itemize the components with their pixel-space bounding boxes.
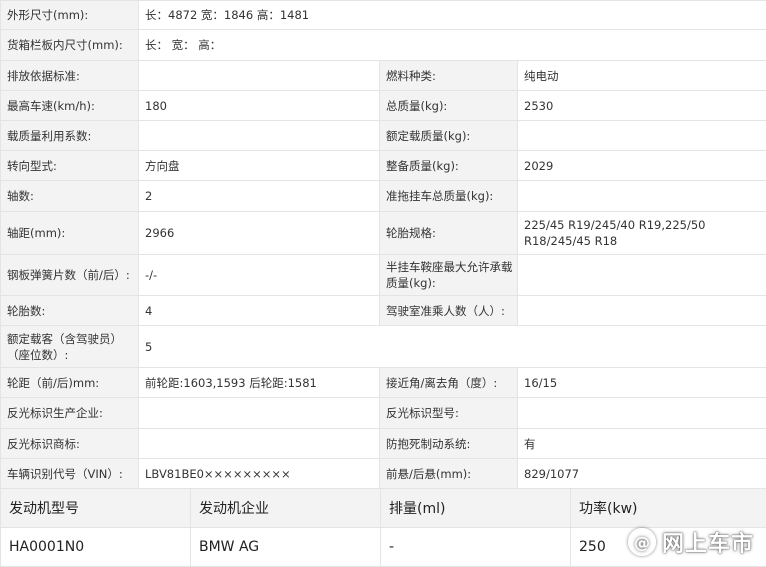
spec-value: 纯电动 [518,61,766,91]
spec-row: 反光标识生产企业: 反光标识型号: [1,398,766,429]
engine-header: 发动机型号 [1,489,191,528]
spec-value: 225/45 R19/245/40 R19,225/50 R18/245/45 … [518,212,766,255]
spec-row: 轮胎数: 4 驾驶室准乘人数（人）: [1,296,766,326]
spec-key: 前悬/后悬(mm): [380,459,518,489]
spec-key: 准拖挂车总质量(kg): [380,181,518,212]
watermark-logo-icon: @ [628,528,656,556]
spec-value: 方向盘 [139,151,380,181]
watermark: @ 网上车市 [628,525,754,559]
spec-row: 载质量利用系数: 额定载质量(kg): [1,121,766,151]
spec-key: 货箱栏板内尺寸(mm): [1,30,139,61]
spec-key: 接近角/离去角（度）: [380,368,518,398]
spec-value: 829/1077 [518,459,766,489]
spec-key: 防抱死制动系统: [380,429,518,459]
spec-key: 反光标识商标: [1,429,139,459]
spec-value: 4 [139,296,380,326]
spec-row: 车辆识别代号（VIN）: LBV81BE0××××××××× 前悬/后悬(mm)… [1,459,766,489]
engine-value: BMW AG [191,528,381,567]
spec-value: 16/15 [518,368,766,398]
spec-row: 排放依据标准: 燃料种类: 纯电动 [1,61,766,91]
spec-key: 额定载质量(kg): [380,121,518,151]
spec-value: 长：4872 宽：1846 高：1481 [139,1,766,30]
vehicle-spec-table: 外形尺寸(mm): 长：4872 宽：1846 高：1481 货箱栏板内尺寸(m… [0,0,766,489]
spec-value: 5 [139,326,766,368]
spec-key: 轮距（前/后)mm: [1,368,139,398]
spec-value: 180 [139,91,380,121]
spec-value: 有 [518,429,766,459]
spec-value [518,398,766,429]
engine-header: 发动机企业 [191,489,381,528]
spec-row: 转向型式: 方向盘 整备质量(kg): 2029 [1,151,766,181]
spec-key: 燃料种类: [380,61,518,91]
spec-value: LBV81BE0××××××××× [139,459,380,489]
spec-value [518,121,766,151]
spec-row: 轴数: 2 准拖挂车总质量(kg): [1,181,766,212]
spec-key: 总质量(kg): [380,91,518,121]
spec-key: 整备质量(kg): [380,151,518,181]
spec-key: 轴距(mm): [1,212,139,255]
spec-value: 2 [139,181,380,212]
spec-value: 2530 [518,91,766,121]
spec-value: 2966 [139,212,380,255]
spec-value: 前轮距:1603,1593 后轮距:1581 [139,368,380,398]
spec-key: 外形尺寸(mm): [1,1,139,30]
spec-value [139,121,380,151]
spec-value: 长： 宽： 高： [139,30,766,61]
spec-row: 轴距(mm): 2966 轮胎规格: 225/45 R19/245/40 R19… [1,212,766,255]
spec-key: 反光标识生产企业: [1,398,139,429]
spec-row: 反光标识商标: 防抱死制动系统: 有 [1,429,766,459]
spec-value: 2029 [518,151,766,181]
engine-header: 功率(kw) [571,489,766,528]
spec-key: 车辆识别代号（VIN）: [1,459,139,489]
spec-key: 额定载客（含驾驶员）（座位数）: [1,326,139,368]
engine-header-row: 发动机型号 发动机企业 排量(ml) 功率(kw) [1,489,766,528]
spec-key: 半挂车鞍座最大允许承载质量(kg): [380,255,518,296]
spec-value [139,398,380,429]
spec-row-dimensions: 外形尺寸(mm): 长：4872 宽：1846 高：1481 [1,1,766,30]
spec-key: 轮胎规格: [380,212,518,255]
spec-key: 最高车速(km/h): [1,91,139,121]
spec-value [139,429,380,459]
spec-value [518,255,766,296]
spec-value [139,61,380,91]
spec-key: 驾驶室准乘人数（人）: [380,296,518,326]
spec-key: 转向型式: [1,151,139,181]
spec-key: 载质量利用系数: [1,121,139,151]
spec-key: 反光标识型号: [380,398,518,429]
spec-row: 轮距（前/后)mm: 前轮距:1603,1593 后轮距:1581 接近角/离去… [1,368,766,398]
spec-row: 最高车速(km/h): 180 总质量(kg): 2530 [1,91,766,121]
spec-row-cargo-dimensions: 货箱栏板内尺寸(mm): 长： 宽： 高： [1,30,766,61]
spec-key: 钢板弹簧片数（前/后）: [1,255,139,296]
engine-value: - [381,528,571,567]
spec-value [518,296,766,326]
watermark-text: 网上车市 [662,526,754,558]
spec-value [518,181,766,212]
engine-value: HA0001N0 [1,528,191,567]
spec-key: 轮胎数: [1,296,139,326]
spec-key: 排放依据标准: [1,61,139,91]
engine-header: 排量(ml) [381,489,571,528]
spec-key: 轴数: [1,181,139,212]
spec-row-seating: 额定载客（含驾驶员）（座位数）: 5 [1,326,766,368]
spec-value: -/- [139,255,380,296]
spec-row: 钢板弹簧片数（前/后）: -/- 半挂车鞍座最大允许承载质量(kg): [1,255,766,296]
